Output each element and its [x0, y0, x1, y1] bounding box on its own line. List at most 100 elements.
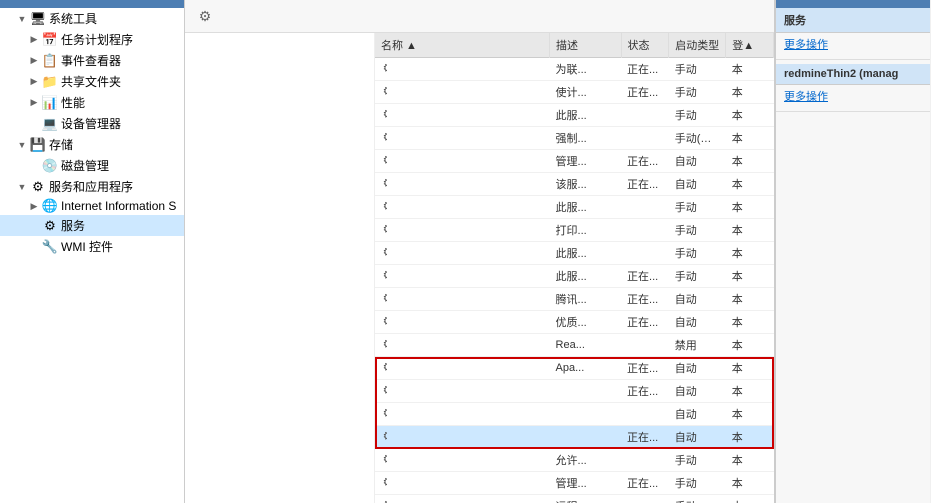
- expand-icon-device-manager[interactable]: [28, 118, 40, 130]
- expand-icon-system-tools[interactable]: ▼: [16, 13, 28, 25]
- service-gear-icon: ⚙: [381, 360, 387, 374]
- expand-icon-wmi[interactable]: [28, 241, 40, 253]
- service-gear-icon: ⚙: [381, 314, 387, 328]
- service-start-type: 手动: [669, 81, 726, 104]
- middle-panel: ⚙ 名称 ▲ 描述 状态 启动类型 登▲: [185, 0, 775, 503]
- service-gear-icon: ⚙: [381, 383, 387, 397]
- table-row[interactable]: ⚙Program Compatibility A...此服...正在...手动本: [375, 265, 774, 288]
- table-row[interactable]: ⚙QPCore Service腾讯...正在...自动本: [375, 288, 774, 311]
- col-start[interactable]: 启动类型: [669, 33, 726, 58]
- table-row[interactable]: ⚙Print Spooler该服...正在...自动本: [375, 173, 774, 196]
- service-start-type: 手动: [669, 472, 726, 495]
- service-start-type: 手动: [669, 58, 726, 81]
- folder-icon-disk-management: 💿: [42, 159, 58, 173]
- table-row[interactable]: ⚙Remote Desktop Configu...远程...手动本: [375, 495, 774, 503]
- folder-icon-system-tools: 🖥: [30, 12, 46, 26]
- table-row[interactable]: ⚙PNRP Machine Name Pu...此服...手动本: [375, 104, 774, 127]
- table-row[interactable]: ⚙Plug and Play使计...正在...手动本: [375, 81, 774, 104]
- right-action-link[interactable]: 更多操作: [776, 85, 930, 107]
- service-desc: 打印...: [550, 219, 621, 242]
- sidebar-item-system-tools[interactable]: ▼🖥系统工具: [0, 8, 184, 29]
- table-row[interactable]: ⚙PrintWorkflowUserSvc_59...打印...手动本: [375, 219, 774, 242]
- sidebar-label-performance: 性能: [61, 94, 85, 111]
- folder-icon-task-scheduler: 📅: [42, 33, 58, 47]
- table-row[interactable]: ⚙redmineThin2 (managed ...正在...自动本: [375, 426, 774, 449]
- service-start-type: 手动: [669, 265, 726, 288]
- sidebar-item-performance[interactable]: ▶📊性能: [0, 92, 184, 113]
- table-row[interactable]: ⚙Quality Windows Audio V...优质...正在...自动本: [375, 311, 774, 334]
- sidebar-item-services-apps[interactable]: ▼⚙服务和应用程序: [0, 176, 184, 197]
- table-row[interactable]: ⚙Printer Extensions and N...此服...手动本: [375, 196, 774, 219]
- service-status: 正在...: [621, 58, 669, 81]
- sidebar-item-services[interactable]: ⚙服务: [0, 215, 184, 236]
- expand-icon-event-viewer[interactable]: ▶: [28, 55, 40, 67]
- service-start-type: 手动: [669, 495, 726, 503]
- expand-icon-internet-info[interactable]: ▶: [28, 200, 40, 212]
- service-status: 正在...: [621, 426, 669, 449]
- service-login: 本: [726, 403, 774, 426]
- sidebar-item-internet-info[interactable]: ▶🌐Internet Information S: [0, 197, 184, 215]
- service-start-type: 自动: [669, 288, 726, 311]
- table-row[interactable]: ⚙redmineThin1 (managed ...自动本: [375, 403, 774, 426]
- service-gear-icon: ⚙: [381, 475, 387, 489]
- table-row[interactable]: ⚙PimIndexMaintenanceSvc...为联...正在...手动本: [375, 58, 774, 81]
- service-start-type: 自动: [669, 357, 726, 380]
- service-login: 本: [726, 426, 774, 449]
- col-name[interactable]: 名称 ▲: [375, 33, 550, 58]
- service-login: 本: [726, 265, 774, 288]
- right-section-subtitle: redmineThin2 (manag: [776, 64, 930, 85]
- table-row[interactable]: ⚙redmineApacheApa...正在...自动本: [375, 357, 774, 380]
- service-status: [621, 495, 669, 503]
- service-status: [621, 127, 669, 150]
- sidebar-item-device-manager[interactable]: 💻设备管理器: [0, 113, 184, 134]
- expand-icon-services[interactable]: [28, 220, 40, 232]
- service-gear-icon: ⚙: [381, 452, 387, 466]
- expand-icon-services-apps[interactable]: ▼: [16, 181, 28, 193]
- right-section-subtitle: 服务: [776, 8, 930, 33]
- col-login[interactable]: 登▲: [726, 33, 774, 58]
- table-row[interactable]: ⚙Portable Device Enumera...强制...手动(触发...…: [375, 127, 774, 150]
- service-start-type: 手动: [669, 104, 726, 127]
- service-gear-icon: ⚙: [381, 429, 387, 443]
- service-status: 正在...: [621, 288, 669, 311]
- sidebar-label-services: 服务: [61, 217, 85, 234]
- sidebar-item-disk-management[interactable]: 💿磁盘管理: [0, 155, 184, 176]
- service-gear-icon: ⚙: [381, 406, 387, 420]
- service-login: 本: [726, 58, 774, 81]
- service-gear-icon: ⚙: [381, 176, 387, 190]
- service-desc: 该服...: [550, 173, 621, 196]
- expand-icon-storage[interactable]: ▼: [16, 139, 28, 151]
- col-status[interactable]: 状态: [621, 33, 669, 58]
- expand-icon-task-scheduler[interactable]: ▶: [28, 34, 40, 46]
- service-desc: [550, 403, 621, 426]
- service-login: 本: [726, 472, 774, 495]
- sidebar-item-shared-folders[interactable]: ▶📁共享文件夹: [0, 71, 184, 92]
- table-row[interactable]: ⚙Remote Access Auto Conf...允许...手动本: [375, 449, 774, 472]
- sidebar-item-storage[interactable]: ▼💾存储: [0, 134, 184, 155]
- col-desc[interactable]: 描述: [550, 33, 621, 58]
- service-status: [621, 196, 669, 219]
- service-status: 正在...: [621, 311, 669, 334]
- table-row[interactable]: ⚙Problem Reports and Sol...此服...手动本: [375, 242, 774, 265]
- right-action-link[interactable]: 更多操作: [776, 33, 930, 55]
- folder-icon-services-apps: ⚙: [30, 180, 46, 194]
- expand-icon-disk-management[interactable]: [28, 160, 40, 172]
- table-row[interactable]: ⚙Realtek Audio Universal...Rea...禁用本: [375, 334, 774, 357]
- service-start-type: 自动: [669, 173, 726, 196]
- sidebar-item-task-scheduler[interactable]: ▶📅任务计划程序: [0, 29, 184, 50]
- service-login: 本: [726, 495, 774, 503]
- table-row[interactable]: ⚙redmineMySQL正在...自动本: [375, 380, 774, 403]
- service-table-container[interactable]: 名称 ▲ 描述 状态 启动类型 登▲ ⚙PimIndexMaintenanceS…: [375, 33, 774, 503]
- table-row[interactable]: ⚙Power管理...正在...自动本: [375, 150, 774, 173]
- sidebar-label-internet-info: Internet Information S: [61, 199, 176, 213]
- folder-icon-wmi: 🔧: [42, 240, 58, 254]
- sidebar-item-wmi[interactable]: 🔧WMI 控件: [0, 236, 184, 257]
- table-row[interactable]: ⚙Remote Access Connectio...管理...正在...手动本: [375, 472, 774, 495]
- sidebar-label-event-viewer: 事件查看器: [61, 52, 121, 69]
- folder-icon-storage: 💾: [30, 138, 46, 152]
- sidebar-item-event-viewer[interactable]: ▶📋事件查看器: [0, 50, 184, 71]
- service-desc: 使计...: [550, 81, 621, 104]
- expand-icon-performance[interactable]: ▶: [28, 97, 40, 109]
- expand-icon-shared-folders[interactable]: ▶: [28, 76, 40, 88]
- service-login: 本: [726, 196, 774, 219]
